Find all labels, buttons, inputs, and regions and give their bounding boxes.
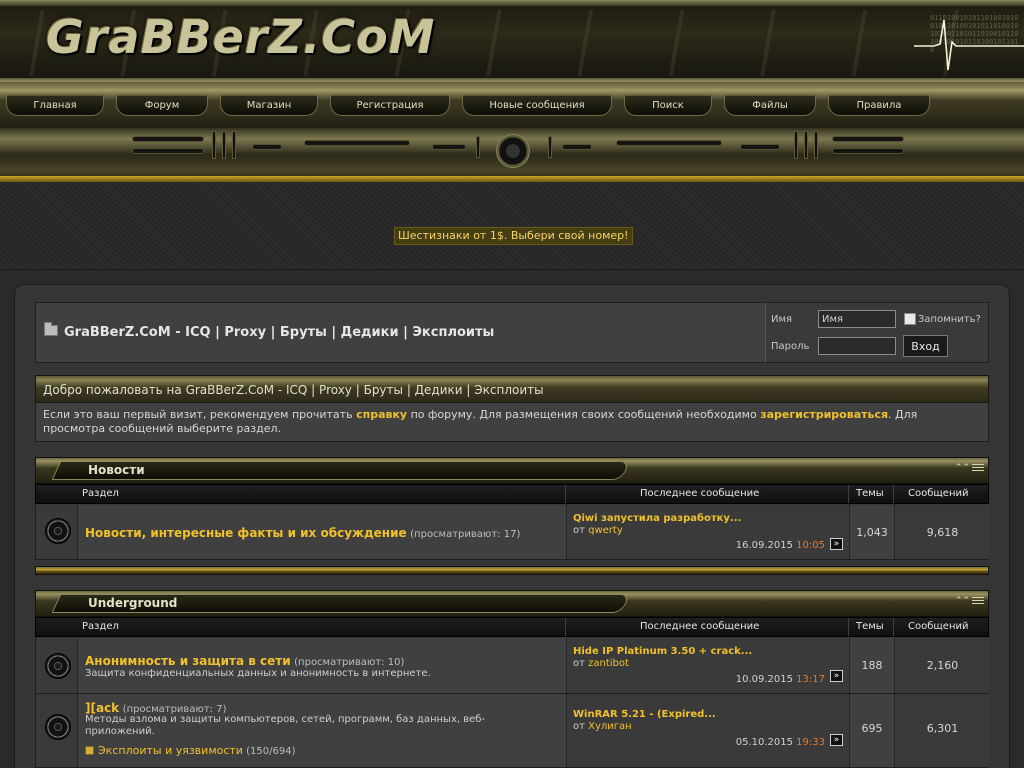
forum-description: Методы взлома и защиты компьютеров, сете… — [85, 714, 486, 737]
username-label: Имя — [771, 314, 793, 325]
col-section: Раздел — [82, 621, 119, 632]
nav-rules[interactable]: Правила — [828, 94, 930, 116]
nav-forum[interactable]: Форум — [116, 94, 208, 116]
forum-title[interactable]: Новости, интересные факты и их обсуждени… — [85, 526, 407, 540]
heartbeat-icon — [914, 19, 1024, 71]
collapse-icon[interactable]: ⌃⌃ — [955, 464, 970, 473]
site-header: GraBBerZ.CoM 011010010101101001010010110… — [0, 0, 1024, 82]
last-post-title[interactable]: WinRAR 5.21 - (Expired... — [573, 709, 716, 720]
thread-count: 188 — [849, 638, 894, 693]
col-last-post: Последнее сообщение — [640, 488, 760, 499]
forum-row: Анонимность и защита в сети (просматрива… — [35, 638, 990, 694]
help-link[interactable]: справку — [356, 408, 407, 421]
column-header: Раздел Последнее сообщение Темы Сообщени… — [35, 617, 989, 637]
main-nav: Главная Форум Магазин Регистрация Новые … — [0, 82, 1024, 128]
remember-label: Запомнить? — [918, 314, 981, 325]
goto-last-post-icon[interactable]: » — [830, 670, 843, 682]
collapse-toggle[interactable]: ⌃⌃ — [955, 464, 984, 473]
category-divider — [35, 566, 989, 575]
forum-description: Защита конфиденциальных данных и анонимн… — [85, 668, 431, 679]
last-post-time: 13:17 — [796, 674, 825, 685]
password-input[interactable] — [818, 337, 896, 355]
last-post-author[interactable]: Хулиган — [588, 721, 632, 732]
remember-checkbox[interactable] — [904, 313, 916, 325]
col-posts: Сообщений — [908, 621, 969, 632]
register-link[interactable]: зарегистрироваться — [760, 408, 888, 421]
welcome-text: по форуму. Для размещения своих сообщени… — [407, 408, 761, 421]
category-header-news: Новости ⌃⌃ — [35, 457, 989, 484]
nav-register[interactable]: Регистрация — [330, 94, 450, 116]
forum-row: Новости, интересные факты и их обсуждени… — [35, 505, 990, 560]
forum-row: ][ack (просматривают: 7) Методы взлома и… — [35, 694, 990, 768]
hub-ornament — [496, 134, 530, 168]
last-post-by-prefix: от — [573, 658, 589, 669]
breadcrumb-title[interactable]: GraBBerZ.CoM - ICQ | Proxy | Бруты | Дед… — [64, 325, 494, 340]
nav-search[interactable]: Поиск — [624, 94, 712, 116]
subforum-icon — [85, 746, 94, 755]
col-section: Раздел — [82, 488, 119, 499]
collapse-icon[interactable]: ⌃⌃ — [955, 597, 970, 606]
post-count: 9,618 — [894, 505, 990, 559]
last-post-time: 19:33 — [796, 737, 825, 748]
site-logo[interactable]: GraBBerZ.CoM — [46, 14, 435, 60]
banner-area: Шестизнаки от 1$. Выбери свой номер! — [0, 182, 1024, 270]
last-post-title[interactable]: Hide IP Platinum 3.50 + crack... — [573, 646, 752, 657]
forum-title[interactable]: ][ack — [85, 701, 119, 715]
subforum-counts: (150/694) — [246, 746, 296, 757]
post-count: 6,301 — [894, 694, 990, 767]
last-post-author[interactable]: zantibot — [588, 658, 629, 669]
last-post-author[interactable]: qwerty — [588, 525, 623, 536]
ad-banner[interactable]: Шестизнаки от 1$. Выбери свой номер! — [394, 227, 633, 245]
welcome-header: Добро пожаловать на GraBBerZ.CoM - ICQ |… — [35, 375, 989, 403]
col-posts: Сообщений — [908, 488, 969, 499]
thread-count: 695 — [849, 694, 894, 767]
col-threads: Темы — [856, 488, 884, 499]
goto-last-post-icon[interactable]: » — [830, 538, 843, 550]
header-mechanism — [0, 128, 1024, 182]
welcome-body: Если это ваш первый визит, рекомендуем п… — [35, 403, 989, 442]
nav-new-posts[interactable]: Новые сообщения — [462, 94, 612, 116]
col-last-post: Последнее сообщение — [640, 621, 760, 632]
col-threads: Темы — [856, 621, 884, 632]
forum-viewing: (просматривают: 10) — [294, 657, 405, 668]
forum-viewing: (просматривают: 17) — [410, 529, 521, 540]
post-count: 2,160 — [894, 638, 990, 693]
nav-shop[interactable]: Магазин — [220, 94, 318, 116]
forum-title[interactable]: Анонимность и защита в сети — [85, 654, 291, 668]
last-post-title[interactable]: Qiwi запустила разработку... — [573, 513, 741, 524]
login-button[interactable]: Вход — [903, 335, 948, 357]
breadcrumb: GraBBerZ.CoM - ICQ | Proxy | Бруты | Дед… — [44, 322, 494, 340]
last-post-by-prefix: от — [573, 721, 589, 732]
forum-status-icon — [45, 653, 71, 679]
login-form: Имя Запомнить? Пароль Вход — [765, 302, 989, 363]
forum-status-icon — [45, 714, 71, 740]
welcome-text: Если это ваш первый визит, рекомендуем п… — [43, 408, 357, 421]
last-post-by-prefix: от — [573, 525, 589, 536]
thread-count: 1,043 — [849, 505, 894, 559]
goto-last-post-icon[interactable]: » — [830, 734, 843, 746]
username-input[interactable] — [818, 310, 896, 328]
category-title[interactable]: Underground — [88, 596, 177, 610]
category-header-underground: Underground ⌃⌃ — [35, 590, 989, 617]
welcome-heading: Добро пожаловать на GraBBerZ.CoM - ICQ |… — [43, 383, 544, 397]
last-post-date: 10.09.2015 — [735, 674, 793, 685]
password-label: Пароль — [771, 341, 810, 352]
last-post-date: 05.10.2015 — [735, 737, 793, 748]
forum-status-icon — [45, 518, 71, 544]
last-post-date: 16.09.2015 — [735, 540, 793, 551]
column-header: Раздел Последнее сообщение Темы Сообщени… — [35, 484, 989, 504]
nav-files[interactable]: Файлы — [724, 94, 816, 116]
category-title[interactable]: Новости — [88, 463, 145, 477]
nav-home[interactable]: Главная — [6, 94, 104, 116]
subforum-link[interactable]: Эксплоиты и уязвимости — [98, 744, 243, 757]
collapse-toggle[interactable]: ⌃⌃ — [955, 597, 984, 606]
folder-icon — [44, 322, 58, 336]
last-post-time: 10:05 — [796, 540, 825, 551]
